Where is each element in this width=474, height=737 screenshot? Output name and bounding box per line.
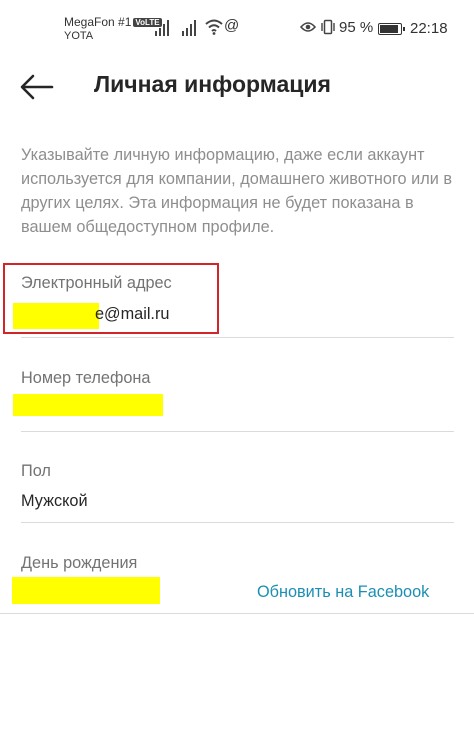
divider [21,522,454,523]
birthday-label: День рождения [21,554,138,572]
carrier-primary-label: MegaFon #1 [64,15,132,29]
wifi-icon [205,19,223,35]
eye-icon [300,22,316,32]
email-label: Электронный адрес [21,274,172,292]
signal-icon [182,20,196,36]
phone-label: Номер телефона [21,369,151,387]
battery-percent: 95 % [339,19,374,36]
phone-redaction [13,394,163,416]
signal-icon [155,20,169,36]
clock: 22:18 [410,20,448,37]
gender-label: Пол [21,462,51,480]
gender-field[interactable]: Мужской [21,492,88,511]
privacy-description: Указывайте личную информацию, даже если … [21,146,452,236]
divider [21,337,454,338]
battery-icon [378,23,405,35]
vibrate-icon [321,19,335,35]
carrier-secondary: YOTA [64,30,94,42]
at-icon: @ [224,17,240,34]
carrier-primary: MegaFon #1 VoLTE [64,15,162,29]
email-value: e@mail.ru [95,305,170,323]
back-arrow-icon[interactable] [20,73,54,101]
email-redaction [13,303,99,329]
divider [21,431,454,432]
update-on-facebook-link[interactable]: Обновить на Facebook [257,583,429,602]
page-title: Личная информация [94,71,331,97]
divider [0,613,474,614]
birthday-redaction [12,577,160,604]
status-bar: MegaFon #1 VoLTE YOTA @ 95 % 22:18 [0,0,474,52]
